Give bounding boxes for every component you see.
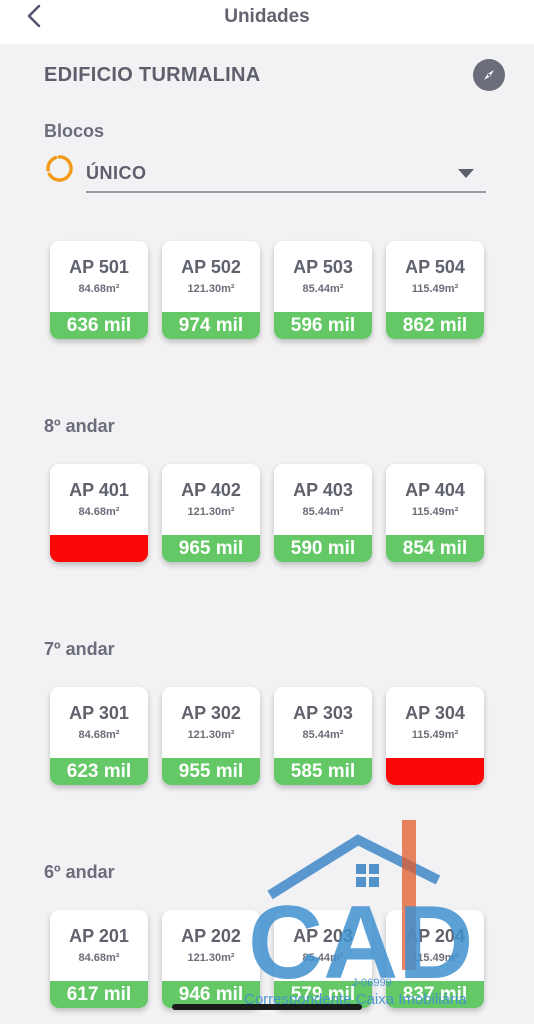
caret-down-icon (458, 169, 474, 178)
floor-label: 6º andar (44, 862, 115, 882)
unit-code: AP 504 (405, 257, 465, 277)
unit-area: 115.49m² (411, 506, 459, 518)
unit-price: 585 mil (274, 758, 372, 785)
page-title: Unidades (224, 6, 310, 27)
blocks-label: Blocos (44, 121, 105, 141)
unit-card[interactable]: AP 303 85.44m² 585 mil (274, 687, 372, 785)
unit-code: AP 501 (69, 257, 129, 277)
unit-card[interactable]: AP 304 115.49m² (386, 687, 484, 785)
unit-code: AP 503 (293, 257, 353, 277)
unit-card[interactable]: AP 401 84.68m² (50, 464, 148, 562)
unit-code: AP 402 (181, 480, 241, 500)
unit-card[interactable]: AP 301 84.68m² 623 mil (50, 687, 148, 785)
unit-card[interactable]: AP 504 115.49m² 862 mil (386, 241, 484, 339)
unit-price: 623 mil (50, 758, 148, 785)
unit-price: 837 mil (386, 981, 484, 1008)
top-bar: Unidades (0, 0, 534, 44)
unit-code: AP 502 (181, 257, 241, 277)
unit-price: 955 mil (162, 758, 260, 785)
unit-code: AP 403 (293, 480, 353, 500)
unit-price: 617 mil (50, 981, 148, 1008)
unit-code: AP 301 (69, 703, 129, 723)
unit-area: 84.68m² (78, 506, 120, 518)
compass-icon (484, 70, 494, 80)
unit-price: 854 mil (386, 535, 484, 562)
unit-area: 85.44m² (302, 952, 344, 964)
unit-code: AP 302 (181, 703, 241, 723)
loading-ring-icon (46, 155, 73, 182)
unit-card[interactable]: AP 302 121.30m² 955 mil (162, 687, 260, 785)
unit-code: AP 203 (293, 926, 353, 946)
unit-area: 115.49m² (411, 729, 459, 741)
unit-code: AP 202 (181, 926, 241, 946)
unit-area: 85.44m² (302, 283, 344, 295)
unit-area: 84.68m² (78, 952, 120, 964)
unit-price: 965 mil (162, 535, 260, 562)
unit-card[interactable]: AP 503 85.44m² 596 mil (274, 241, 372, 339)
unit-price: 590 mil (274, 535, 372, 562)
unit-area: 115.49m² (411, 283, 459, 295)
compass-button[interactable] (473, 59, 505, 91)
unit-code: AP 201 (69, 926, 129, 946)
block-select[interactable]: ÚNICO (86, 157, 486, 193)
unit-card[interactable]: AP 201 84.68m² 617 mil (50, 910, 148, 1008)
unit-code: AP 204 (405, 926, 465, 946)
unit-area: 121.30m² (187, 283, 235, 295)
unit-area: 84.68m² (78, 283, 120, 295)
unit-area: 115.49m² (411, 952, 459, 964)
floor-label: 8º andar (44, 416, 115, 436)
unit-price: 862 mil (386, 312, 484, 339)
unit-card[interactable]: AP 404 115.49m² 854 mil (386, 464, 484, 562)
floor-label: 7º andar (44, 639, 115, 659)
unit-price: 974 mil (162, 312, 260, 339)
unit-price: 596 mil (274, 312, 372, 339)
unit-card[interactable]: AP 204 115.49m² 837 mil (386, 910, 484, 1008)
block-select-value: ÚNICO (86, 163, 147, 183)
unit-area: 121.30m² (187, 952, 235, 964)
unit-card[interactable]: AP 501 84.68m² 636 mil (50, 241, 148, 339)
unit-area: 121.30m² (187, 506, 235, 518)
unit-card[interactable]: AP 202 121.30m² 946 mil (162, 910, 260, 1008)
sold-indicator (386, 758, 484, 785)
unit-code: AP 304 (405, 703, 465, 723)
unit-card[interactable]: AP 403 85.44m² 590 mil (274, 464, 372, 562)
unit-area: 85.44m² (302, 729, 344, 741)
sold-indicator (50, 535, 148, 562)
unit-code: AP 401 (69, 480, 129, 500)
home-indicator (172, 1004, 362, 1010)
building-name: EDIFICIO TURMALINA (44, 64, 261, 86)
unit-area: 121.30m² (187, 729, 235, 741)
unit-code: AP 303 (293, 703, 353, 723)
unit-code: AP 404 (405, 480, 465, 500)
unit-area: 84.68m² (78, 729, 120, 741)
unit-price: 636 mil (50, 312, 148, 339)
unit-area: 85.44m² (302, 506, 344, 518)
unit-card[interactable]: AP 502 121.30m² 974 mil (162, 241, 260, 339)
unit-card[interactable]: AP 402 121.30m² 965 mil (162, 464, 260, 562)
unit-card[interactable]: AP 203 85.44m² 579 mil (274, 910, 372, 1008)
